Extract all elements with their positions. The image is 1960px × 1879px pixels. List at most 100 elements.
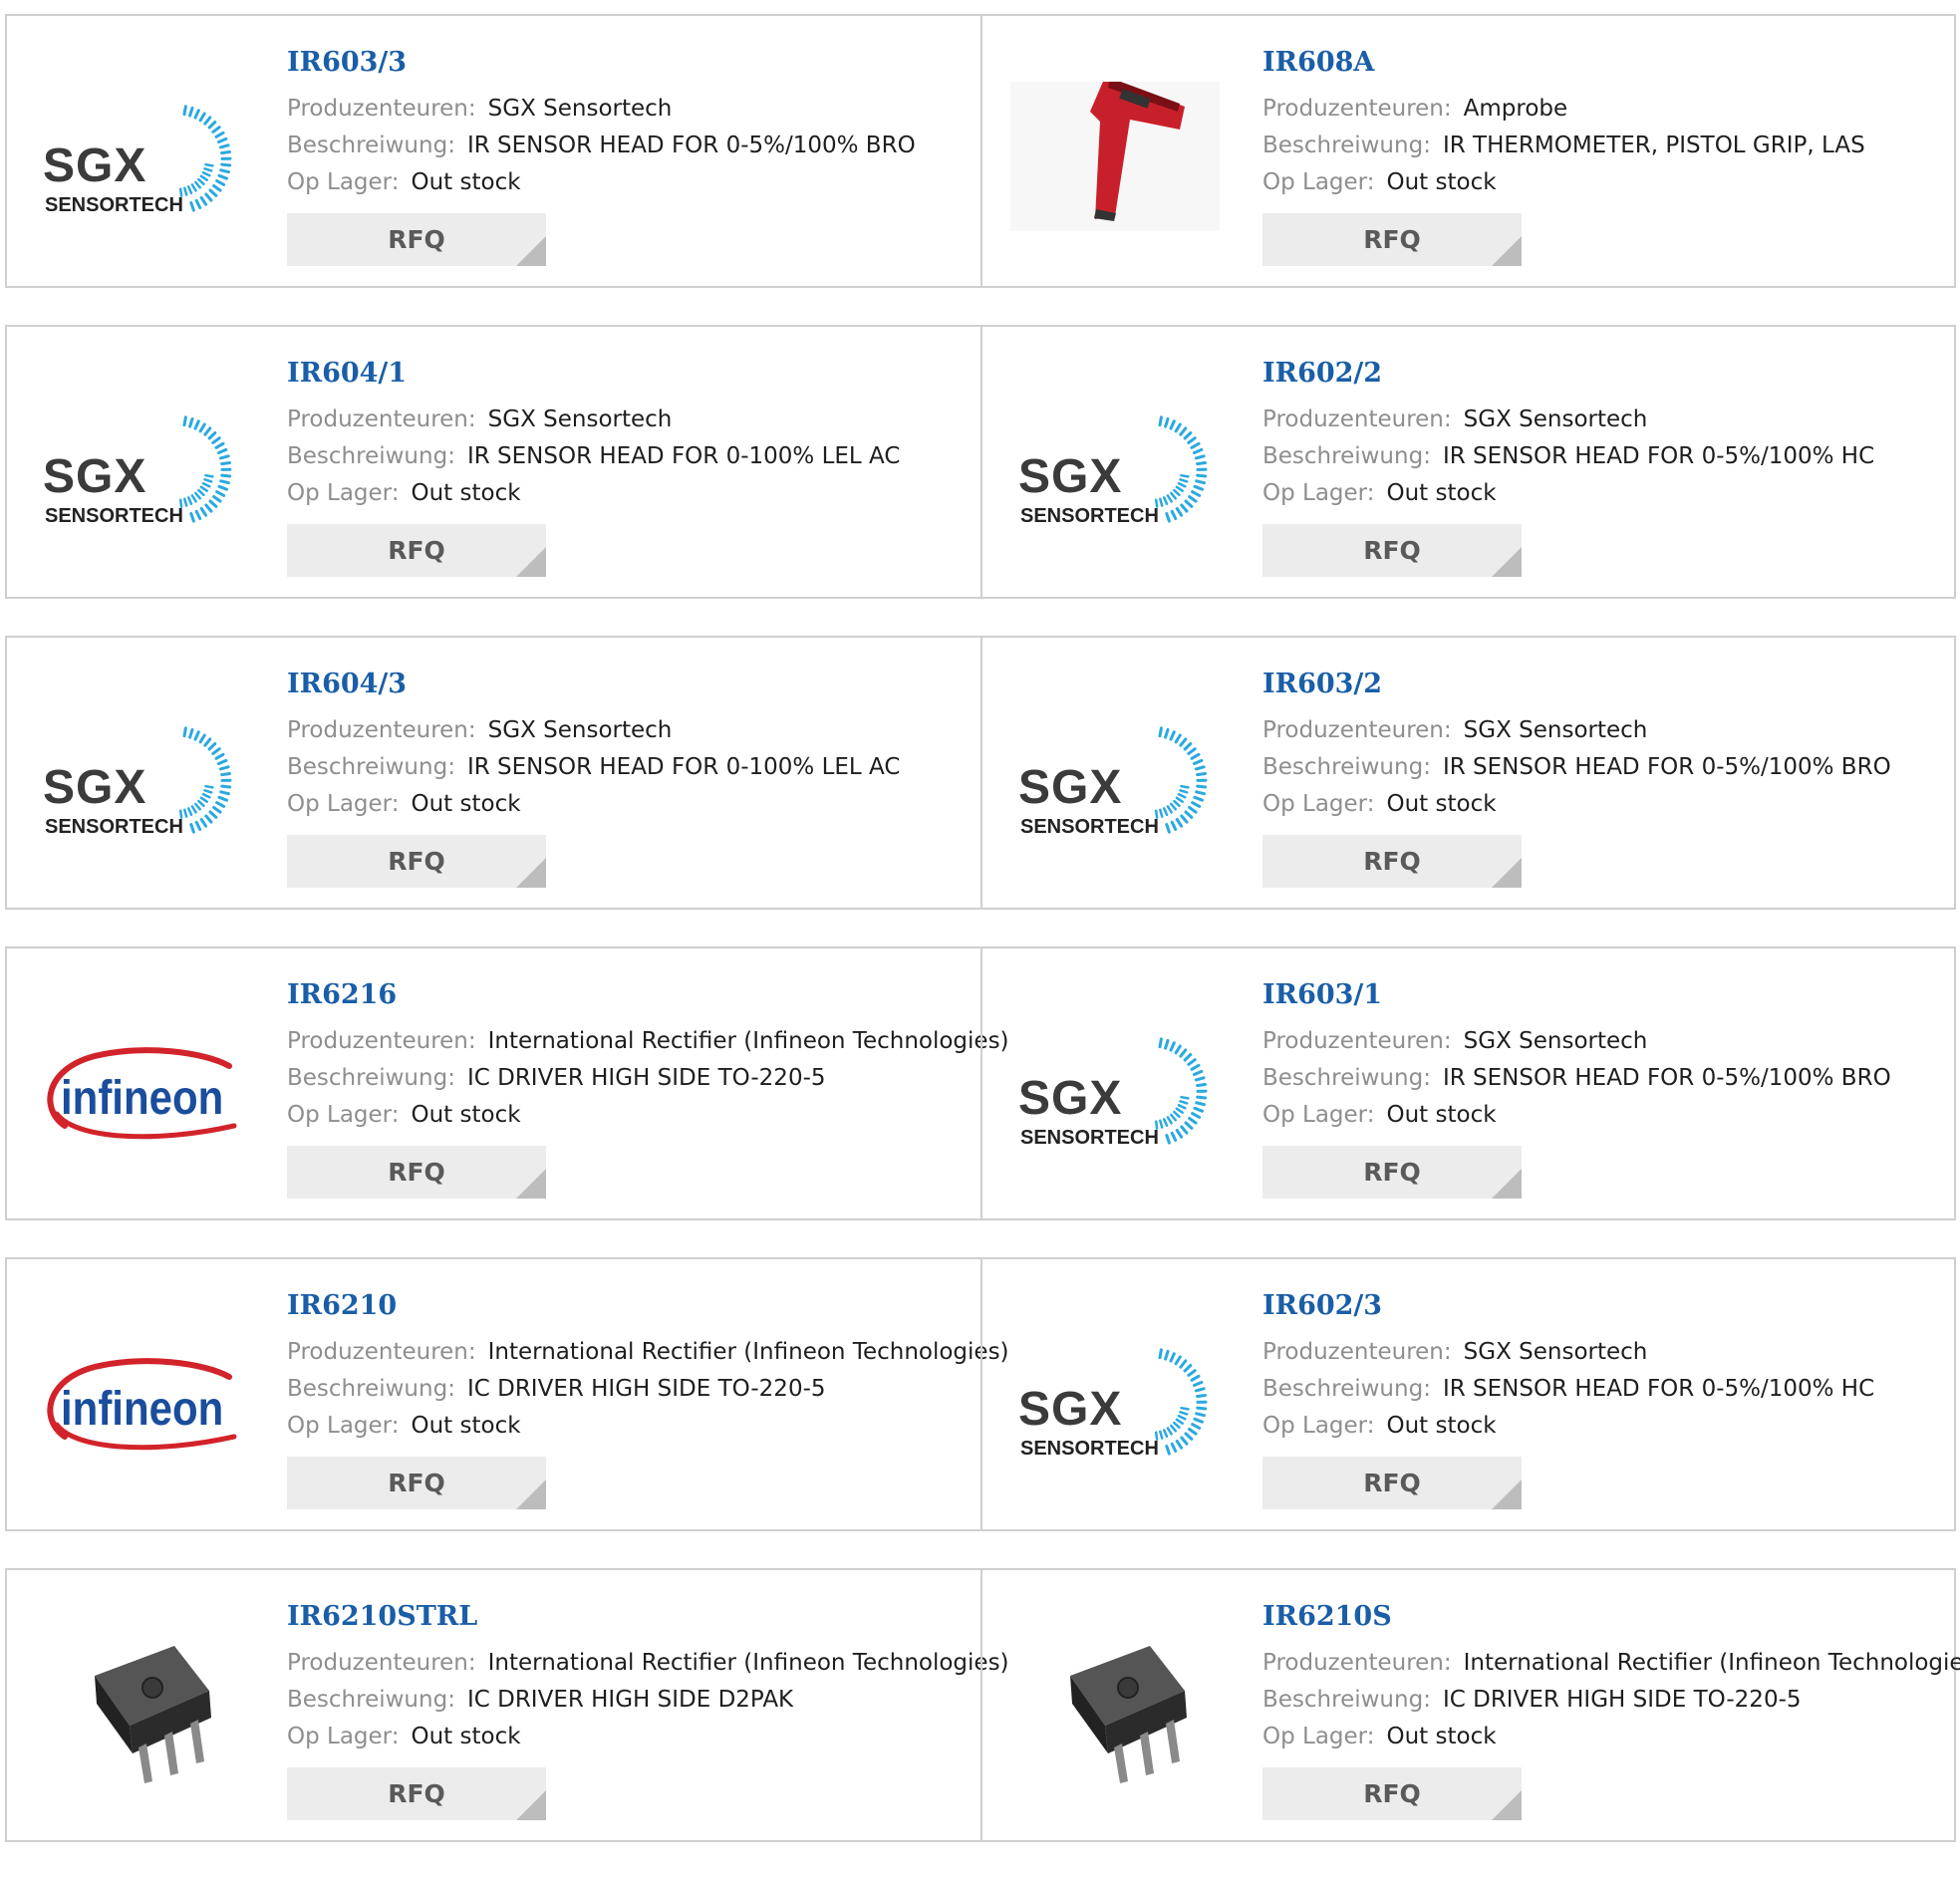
description-label: Beschreiwung: — [287, 1376, 455, 1402]
part-number-link[interactable]: IR6216 — [287, 978, 977, 1012]
rfq-button[interactable]: RFQ — [1262, 835, 1522, 888]
product-card: SGX SENSORTECH IR604/1 Produzenteuren:SG… — [7, 327, 980, 597]
rfq-button[interactable]: RFQ — [287, 1146, 546, 1199]
sgx-logo-text: SGX — [1018, 1072, 1122, 1125]
sgx-sensortech-logo[interactable]: SGX SENSORTECH — [35, 82, 244, 231]
product-card: SGX SENSORTECH IR603/2 Produzenteuren:SG… — [980, 638, 1954, 908]
infineon-logo-text: infineon — [61, 1070, 223, 1124]
infineon-logo[interactable]: infineon — [35, 1325, 244, 1475]
manufacturer-value: SGX Sensortech — [488, 406, 673, 432]
sgx-logo-text: SGX — [1018, 761, 1122, 814]
ir-thermometer-photo[interactable] — [1010, 82, 1220, 231]
rfq-button-label: RFQ — [1363, 536, 1421, 565]
d2pak-chip-photo[interactable] — [1010, 1636, 1220, 1785]
part-number-link[interactable]: IR604/3 — [287, 668, 977, 701]
part-number-link[interactable]: IR602/3 — [1262, 1289, 1950, 1323]
sgx-logo-text: SGX — [43, 450, 146, 503]
manufacturer-line: Produzenteuren:SGX Sensortech — [1262, 402, 1950, 438]
description-label: Beschreiwung: — [287, 133, 455, 158]
rfq-button-label: RFQ — [1363, 1469, 1421, 1497]
product-card: SGX SENSORTECH IR602/2 Produzenteuren:SG… — [980, 327, 1954, 597]
infineon-logo-graphic: infineon — [35, 1014, 244, 1164]
stock-line: Op Lager:Out stock — [287, 1097, 977, 1134]
part-number-link[interactable]: IR602/2 — [1262, 357, 1950, 391]
product-row: infineon IR6216 Produzenteuren: Internati… — [5, 946, 1956, 1220]
stock-value: Out stock — [411, 1413, 520, 1439]
sgx-logo-text: SGX — [1018, 450, 1122, 503]
manufacturer-label: Produzenteuren: — [287, 1028, 476, 1054]
sgx-logo-graphic: SGX SENSORTECH — [1010, 703, 1220, 853]
sgx-sensortech-logo[interactable]: SGX SENSORTECH — [1010, 703, 1220, 853]
description-value: IC DRIVER HIGH SIDE TO-220-5 — [467, 1376, 826, 1402]
stock-label: Op Lager: — [1262, 791, 1374, 817]
part-number-link[interactable]: IR6210STRL — [287, 1600, 977, 1634]
manufacturer-line: Produzenteuren:International Rectifier (… — [1262, 1645, 1950, 1682]
rfq-button[interactable]: RFQ — [287, 1457, 546, 1509]
stock-label: Op Lager: — [287, 1413, 399, 1439]
sgx-logo-text: SGX — [43, 139, 146, 192]
infineon-logo[interactable]: infineon — [35, 1014, 244, 1164]
rfq-button-label: RFQ — [388, 1158, 445, 1187]
rfq-corner-decoration — [1492, 547, 1522, 577]
sgx-logo-subtext: SENSORTECH — [1020, 505, 1159, 527]
manufacturer-value: Amprobe — [1464, 96, 1568, 122]
sgx-logo-subtext: SENSORTECH — [45, 816, 183, 838]
stock-label: Op Lager: — [1262, 1724, 1374, 1749]
manufacturer-value: International Rectifier (Infineon Techno… — [488, 1028, 1009, 1054]
sgx-sensortech-logo[interactable]: SGX SENSORTECH — [1010, 393, 1220, 542]
product-row: IR6210STRL Produzenteuren:International … — [5, 1568, 1956, 1842]
d2pak-chip-photo[interactable] — [35, 1636, 244, 1785]
stock-line: Op Lager:Out stock — [287, 1719, 977, 1755]
rfq-button-label: RFQ — [1363, 1779, 1421, 1808]
part-number-link[interactable]: IR604/1 — [287, 357, 977, 391]
product-info: IR6210STRL Produzenteuren:International … — [287, 1600, 977, 1820]
rfq-button-label: RFQ — [388, 847, 445, 876]
stock-line: Op Lager:Out stock — [287, 786, 977, 823]
description-line: Beschreiwung:IR SENSOR HEAD FOR 0-5%/100… — [1262, 438, 1950, 475]
product-info: IR604/1 Produzenteuren:SGX Sensortech Be… — [287, 357, 977, 577]
description-value: IR SENSOR HEAD FOR 0-100% LEL AC — [467, 754, 900, 780]
rfq-button[interactable]: RFQ — [1262, 524, 1522, 577]
rfq-button[interactable]: RFQ — [1262, 213, 1522, 266]
part-number-link[interactable]: IR6210 — [287, 1289, 977, 1323]
rfq-button[interactable]: RFQ — [1262, 1457, 1522, 1509]
part-number-link[interactable]: IR603/3 — [287, 46, 977, 80]
rfq-corner-decoration — [1492, 1790, 1522, 1820]
stock-value: Out stock — [411, 791, 520, 817]
rfq-button[interactable]: RFQ — [287, 835, 546, 888]
manufacturer-label: Produzenteuren: — [1262, 96, 1452, 122]
product-row: SGX SENSORTECH IR604/1 Produzenteuren:SG… — [5, 325, 1956, 599]
description-value: IR SENSOR HEAD FOR 0-5%/100% BRO — [1443, 1065, 1891, 1091]
sgx-sensortech-logo[interactable]: SGX SENSORTECH — [1010, 1014, 1220, 1164]
sgx-sensortech-logo[interactable]: SGX SENSORTECH — [1010, 1325, 1220, 1475]
part-number-link[interactable]: IR603/1 — [1262, 978, 1950, 1012]
rfq-button[interactable]: RFQ — [1262, 1767, 1522, 1820]
product-info: IR602/2 Produzenteuren:SGX Sensortech Be… — [1262, 357, 1950, 577]
sgx-logo-text: SGX — [1018, 1383, 1122, 1436]
product-info: IR6210S Produzenteuren:International Rec… — [1262, 1600, 1950, 1820]
part-number-link[interactable]: IR6210S — [1262, 1600, 1950, 1634]
rfq-corner-decoration — [516, 1479, 546, 1509]
product-row: SGX SENSORTECH IR604/3 Produzenteuren:SG… — [5, 636, 1956, 910]
rfq-button[interactable]: RFQ — [287, 524, 546, 577]
part-number-link[interactable]: IR603/2 — [1262, 668, 1950, 701]
manufacturer-line: Produzenteuren: Amprobe — [1262, 91, 1950, 128]
sgx-logo-graphic: SGX SENSORTECH — [35, 82, 244, 231]
sgx-logo-text: SGX — [43, 761, 146, 814]
description-label: Beschreiwung: — [1262, 1065, 1431, 1091]
sgx-logo-subtext: SENSORTECH — [1020, 816, 1159, 838]
rfq-button[interactable]: RFQ — [287, 1767, 546, 1820]
rfq-button[interactable]: RFQ — [1262, 1146, 1522, 1199]
rfq-button-label: RFQ — [1363, 847, 1421, 876]
sgx-logo-graphic: SGX SENSORTECH — [1010, 393, 1220, 542]
product-info: IR608A Produzenteuren:Amprobe Beschreiwu… — [1262, 46, 1950, 266]
sgx-sensortech-logo[interactable]: SGX SENSORTECH — [35, 393, 244, 542]
sgx-logo-subtext: SENSORTECH — [1020, 1438, 1159, 1460]
description-value: IC DRIVER HIGH SIDE TO-220-5 — [1443, 1687, 1802, 1713]
stock-label: Op Lager: — [287, 480, 399, 506]
sgx-sensortech-logo[interactable]: SGX SENSORTECH — [35, 703, 244, 853]
part-number-link[interactable]: IR608A — [1262, 46, 1950, 80]
manufacturer-line: Produzenteuren:SGX Sensortech — [287, 402, 977, 438]
rfq-button[interactable]: RFQ — [287, 213, 546, 266]
rfq-corner-decoration — [516, 1790, 546, 1820]
